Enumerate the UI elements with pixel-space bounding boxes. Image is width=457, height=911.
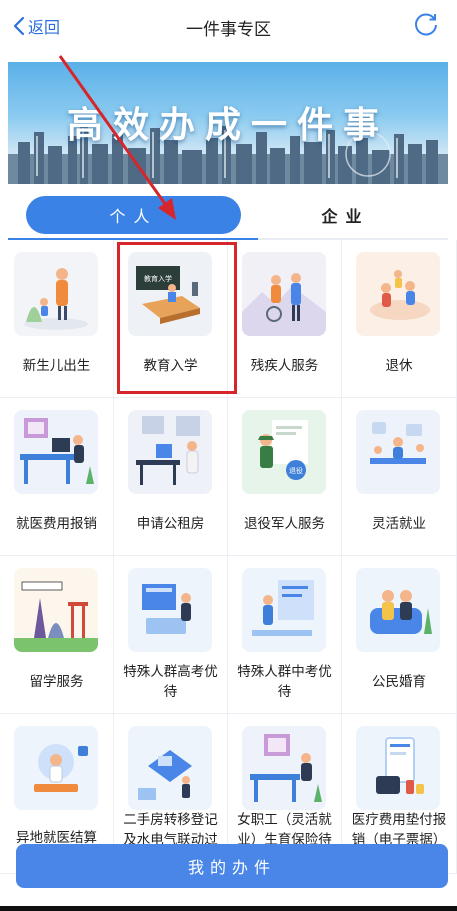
medical-bill-illustration: [356, 726, 440, 810]
service-label: 特殊人群高考优待: [123, 664, 218, 700]
service-label: 退役军人服务: [244, 516, 325, 532]
exam-board-illustration: [242, 568, 326, 652]
service-label: 新生儿出生: [22, 358, 91, 374]
service-label: 公民婚育: [372, 674, 426, 690]
my-applications-button[interactable]: 我的办件: [16, 844, 448, 888]
service-medical-reimbursement[interactable]: 就医费用报销: [0, 398, 114, 556]
service-label: 申请公租房: [136, 516, 205, 532]
bottom-edge: [0, 906, 457, 911]
service-flexible-employment[interactable]: 灵活就业: [342, 398, 457, 556]
highlight-box: [117, 242, 237, 394]
page-title: 一件事专区: [186, 20, 271, 40]
retirement-illustration: [356, 252, 440, 336]
service-study-abroad[interactable]: 留学服务: [0, 556, 114, 714]
banner: 高效办成一件事: [8, 62, 448, 184]
property-transfer-illustration: [128, 726, 212, 810]
category-tabs: 个人 企业: [8, 190, 448, 236]
study-abroad-illustration: [14, 568, 98, 652]
top-bar: 返回 一件事专区: [0, 0, 457, 52]
maternity-office-illustration: [242, 726, 326, 810]
medical-illustration: [14, 726, 98, 810]
banner-title: 高效办成一件事: [66, 105, 389, 146]
office-desk-illustration: [14, 410, 98, 494]
service-label: 灵活就业: [372, 516, 426, 532]
tab-enterprise[interactable]: 企业: [248, 196, 443, 234]
service-disabled-support[interactable]: 残疾人服务: [228, 240, 342, 398]
tab-personal[interactable]: 个人: [26, 196, 241, 234]
service-label: 退休: [385, 358, 413, 374]
badge-text: 退役: [289, 466, 303, 475]
exam-illustration: [128, 568, 212, 652]
service-veterans[interactable]: 退役 退役军人服务: [228, 398, 342, 556]
housing-office-illustration: [128, 410, 212, 494]
couple-illustration: [356, 568, 440, 652]
service-special-gaokao[interactable]: 特殊人群高考优待: [114, 556, 228, 714]
veterans-illustration: 退役: [242, 410, 326, 494]
service-marriage-childbirth[interactable]: 公民婚育: [342, 556, 457, 714]
flexible-work-illustration: [356, 410, 440, 494]
service-label: 特殊人群中考优待: [237, 664, 332, 700]
service-retirement[interactable]: 退休: [342, 240, 457, 398]
newborn-illustration: [14, 252, 98, 336]
service-public-housing[interactable]: 申请公租房: [114, 398, 228, 556]
service-newborn[interactable]: 新生儿出生: [0, 240, 114, 398]
disabled-support-illustration: [242, 252, 326, 336]
service-label: 留学服务: [29, 674, 84, 690]
service-special-zhongkao[interactable]: 特殊人群中考优待: [228, 556, 342, 714]
service-label: 残疾人服务: [250, 358, 319, 374]
service-label: 就医费用报销: [16, 516, 97, 532]
refresh-icon[interactable]: [413, 12, 439, 38]
